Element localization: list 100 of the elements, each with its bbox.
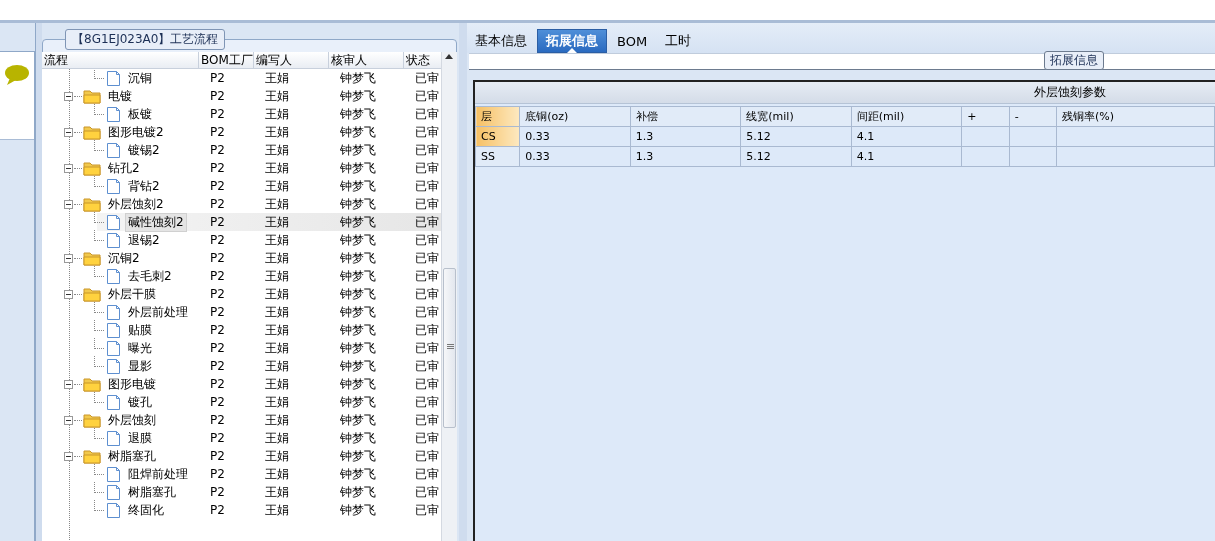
tab[interactable]: 工时 (657, 29, 700, 53)
file-icon (106, 141, 121, 159)
grid-title: 外层蚀刻参数 (475, 82, 1215, 104)
tab[interactable]: 拓展信息 (537, 29, 607, 53)
table-cell-text: 钟梦飞 (339, 501, 377, 519)
column-header[interactable]: 残铜率(%) (1056, 106, 1215, 127)
table-cell-text: 王娟 (264, 267, 290, 285)
column-header[interactable]: 间距(mil) (851, 106, 962, 127)
tree-item[interactable]: 显影 (125, 356, 155, 376)
table-cell-text: 钟梦飞 (339, 285, 377, 303)
table-cell-text: P2 (209, 125, 226, 139)
collapse-icon[interactable] (64, 91, 73, 101)
column-header[interactable]: 底铜(oz) (519, 106, 631, 127)
table-cell-text: 已审 (414, 465, 440, 483)
table-cell-text: P2 (209, 305, 226, 319)
tree-item[interactable]: 外层干膜 (105, 284, 159, 304)
table-cell-text: 钟梦飞 (339, 375, 377, 393)
column-header[interactable]: + (961, 106, 1010, 127)
tree-item[interactable]: 外层蚀刻 (105, 410, 159, 430)
table-cell-text: 王娟 (264, 429, 290, 447)
table-cell-text: 王娟 (264, 285, 290, 303)
tree-item[interactable]: 去毛刺2 (125, 266, 175, 286)
table-cell-text: 钟梦飞 (339, 321, 377, 339)
table-cell-text: 王娟 (264, 195, 290, 213)
table-cell-text: P2 (209, 287, 226, 301)
collapse-icon[interactable] (64, 415, 73, 425)
tree-item[interactable]: 树脂塞孔 (125, 482, 179, 502)
tree-item[interactable]: 沉铜 (125, 69, 155, 88)
table-cell-text: P2 (209, 161, 226, 175)
table-cell-text: 王娟 (264, 375, 290, 393)
column-header[interactable]: - (1009, 106, 1057, 127)
tree-item[interactable]: 钻孔2 (105, 158, 143, 178)
tree-item[interactable]: 图形电镀2 (105, 122, 167, 142)
folder-icon (83, 88, 101, 104)
collapse-icon[interactable] (64, 199, 73, 209)
collapse-icon[interactable] (64, 379, 73, 389)
table-cell-text: 王娟 (264, 159, 290, 177)
folder-icon (83, 286, 101, 302)
tab[interactable]: BOM (609, 29, 656, 53)
file-icon (106, 267, 121, 285)
table-cell-text: 钟梦飞 (339, 231, 377, 249)
tree-item[interactable]: 背钻2 (125, 176, 163, 196)
file-icon (106, 429, 121, 447)
table-cell-text: P2 (209, 143, 226, 157)
column-header[interactable]: 核审人 (329, 52, 404, 68)
tree-item[interactable]: 沉铜2 (105, 248, 143, 268)
column-header[interactable]: 层 (475, 106, 520, 127)
column-header[interactable]: 线宽(mil) (740, 106, 852, 127)
table-cell-text: P2 (209, 233, 226, 247)
tree-item[interactable]: 电镀 (105, 86, 135, 106)
table-cell-text: 已审 (414, 87, 440, 105)
folder-icon (83, 250, 101, 266)
table-cell-text: 已审 (414, 177, 440, 195)
tree-item[interactable]: 碱性蚀刻2 (125, 212, 187, 232)
tab[interactable]: 基本信息 (467, 29, 535, 53)
row-header[interactable]: SS (475, 146, 520, 167)
tree-item[interactable]: 图形电镀 (105, 374, 159, 394)
row-header[interactable]: CS (475, 126, 520, 147)
tree-item[interactable]: 树脂塞孔 (105, 446, 159, 466)
table-cell: 4.1 (851, 146, 962, 167)
tree-item[interactable]: 外层前处理 (125, 302, 191, 322)
column-header[interactable]: 流程 (42, 52, 199, 68)
table-cell-text: 王娟 (264, 141, 290, 159)
file-icon (106, 393, 121, 411)
tree-item[interactable]: 终固化 (125, 500, 167, 520)
table-cell-text: 已审 (414, 141, 440, 159)
table-cell-text: 钟梦飞 (339, 141, 377, 159)
table-cell-text: 已审 (414, 501, 440, 519)
collapse-icon[interactable] (64, 127, 73, 137)
tree-item[interactable]: 镀孔 (125, 392, 155, 412)
collapse-icon[interactable] (64, 253, 73, 263)
tree-item[interactable]: 阻焊前处理 (125, 464, 191, 484)
column-header[interactable]: 编写人 (254, 52, 329, 68)
tree-item[interactable]: 外层蚀刻2 (105, 194, 167, 214)
column-header[interactable]: 补偿 (630, 106, 741, 127)
tree-item[interactable]: 板镀 (125, 104, 155, 124)
table-cell-text: 王娟 (264, 69, 290, 87)
tree-item[interactable]: 镀锡2 (125, 140, 163, 160)
table-cell-text: 钟梦飞 (339, 177, 377, 195)
table-cell-text: 王娟 (264, 303, 290, 321)
tree-item[interactable]: 曝光 (125, 338, 155, 358)
table-cell-text: 王娟 (264, 105, 290, 123)
table-cell-text: 已审 (414, 249, 440, 267)
folder-icon (83, 124, 101, 140)
table-cell-text: P2 (209, 215, 226, 229)
tree-item[interactable]: 退锡2 (125, 230, 163, 250)
file-icon (106, 105, 121, 123)
table-cell: 1.3 (630, 126, 741, 147)
column-header[interactable]: BOM工厂 (199, 52, 254, 68)
tree-item[interactable]: 贴膜 (125, 320, 155, 340)
collapse-icon[interactable] (64, 163, 73, 173)
collapse-icon[interactable] (64, 451, 73, 461)
tree-item[interactable]: 退膜 (125, 428, 155, 448)
collapse-icon[interactable] (64, 289, 73, 299)
table-cell-text: P2 (209, 323, 226, 337)
table-cell-text: 王娟 (264, 231, 290, 249)
table-cell-text: 钟梦飞 (339, 249, 377, 267)
table-cell-text: P2 (209, 251, 226, 265)
file-icon (106, 501, 121, 519)
scrollbar[interactable] (441, 52, 457, 541)
